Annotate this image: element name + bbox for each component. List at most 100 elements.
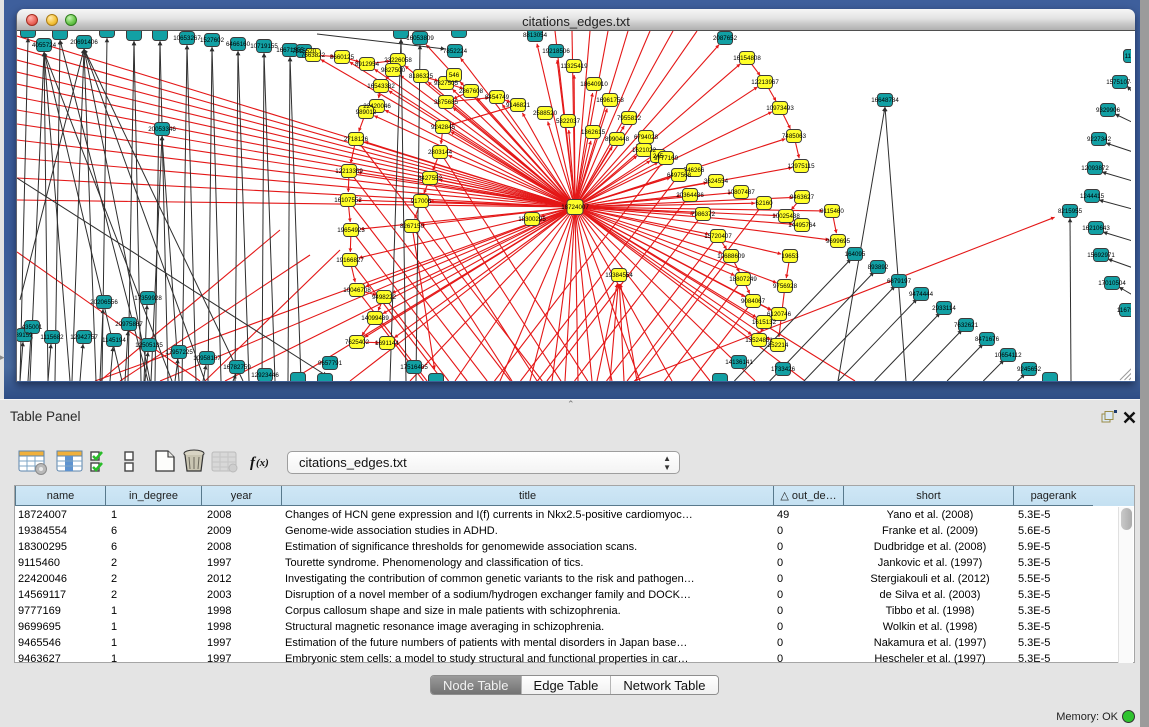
svg-text:9242845: 9242845 xyxy=(431,124,456,131)
svg-text:9115460: 9115460 xyxy=(820,208,844,215)
svg-text:20053346: 20053346 xyxy=(148,126,176,133)
svg-text:16053809: 16053809 xyxy=(406,35,434,42)
svg-text:9463627: 9463627 xyxy=(790,194,815,201)
svg-text:7625402: 7625402 xyxy=(345,339,370,346)
svg-text:8215955: 8215955 xyxy=(1058,208,1083,215)
svg-text:18807249: 18807249 xyxy=(729,276,757,283)
svg-text:20364436: 20364436 xyxy=(676,192,704,199)
svg-text:12942757: 12942757 xyxy=(70,334,98,341)
svg-text:9245652: 9245652 xyxy=(1017,366,1042,373)
svg-text:14099489: 14099489 xyxy=(361,315,389,322)
svg-text:9329906: 9329906 xyxy=(1096,107,1121,114)
svg-text:19653: 19653 xyxy=(781,253,799,260)
svg-text:23226058: 23226058 xyxy=(384,57,412,64)
svg-text:6120746: 6120746 xyxy=(767,311,792,318)
svg-text:16961758: 16961758 xyxy=(596,97,624,104)
svg-text:5322037: 5322037 xyxy=(556,118,581,125)
svg-text:16210643: 16210643 xyxy=(1082,225,1110,232)
svg-text:9498222: 9498222 xyxy=(372,294,397,301)
svg-text:1615132: 1615132 xyxy=(752,319,777,326)
svg-text:18640910: 18640910 xyxy=(580,81,608,88)
svg-text:8990448: 8990448 xyxy=(605,136,630,143)
svg-text:14136141: 14136141 xyxy=(725,359,753,366)
svg-text:1362615: 1362615 xyxy=(581,129,606,136)
svg-text:19218506: 19218506 xyxy=(542,48,570,55)
svg-text:6879197: 6879197 xyxy=(887,278,912,285)
svg-text:62160: 62160 xyxy=(755,200,773,207)
svg-text:7955812: 7955812 xyxy=(617,115,642,122)
svg-text:435001: 435001 xyxy=(22,324,43,331)
svg-text:893892: 893892 xyxy=(868,264,889,271)
svg-text:12213369: 12213369 xyxy=(335,168,363,175)
svg-text:1733426: 1733426 xyxy=(771,366,796,373)
svg-text:1244415: 1244415 xyxy=(1080,193,1105,200)
svg-text:7632621: 7632621 xyxy=(954,322,979,329)
svg-text:17957225: 17957225 xyxy=(165,349,193,356)
svg-text:9657791: 9657791 xyxy=(318,360,343,367)
svg-text:12975115: 12975115 xyxy=(787,163,815,170)
svg-text:1112: 1112 xyxy=(1125,53,1131,60)
svg-text:39159: 39159 xyxy=(17,332,33,339)
svg-text:20975867: 20975867 xyxy=(115,321,143,328)
svg-text:16543382: 16543382 xyxy=(367,83,395,90)
svg-text:17010504: 17010504 xyxy=(1098,280,1126,287)
svg-text:1145194: 1145194 xyxy=(102,337,126,344)
svg-text:10958107: 10958107 xyxy=(193,355,221,362)
svg-text:9699695: 9699695 xyxy=(826,238,851,245)
svg-text:10688609: 10688609 xyxy=(717,253,745,260)
svg-text:2588520: 2588520 xyxy=(533,110,558,117)
svg-text:1115682: 1115682 xyxy=(40,334,64,341)
svg-text:9777169: 9777169 xyxy=(654,155,679,162)
svg-text:15692971: 15692971 xyxy=(1087,252,1115,259)
svg-text:10025438: 10025438 xyxy=(772,213,800,220)
svg-text:19654923: 19654923 xyxy=(337,227,365,234)
svg-text:9227342: 9227342 xyxy=(1087,136,1112,143)
svg-text:3875685: 3875685 xyxy=(434,99,459,106)
svg-text:746266: 746266 xyxy=(684,167,705,174)
svg-text:19384554: 19384554 xyxy=(605,272,633,279)
svg-text:16648784: 16648784 xyxy=(871,97,899,104)
svg-text:8813054: 8813054 xyxy=(523,32,548,39)
svg-text:116753: 116753 xyxy=(1117,307,1131,314)
svg-text:9146821: 9146821 xyxy=(506,102,531,109)
svg-text:8660125: 8660125 xyxy=(330,54,355,61)
svg-text:2718126: 2718126 xyxy=(344,136,369,143)
svg-text:12213967: 12213967 xyxy=(751,79,779,86)
svg-text:8912954: 8912954 xyxy=(355,61,380,68)
svg-text:8427552: 8427552 xyxy=(418,175,443,182)
svg-text:15751074: 15751074 xyxy=(1106,79,1131,86)
svg-text:6466160: 6466160 xyxy=(226,41,251,48)
svg-text:20691406: 20691406 xyxy=(70,39,98,46)
svg-text:7485063: 7485063 xyxy=(782,133,807,140)
svg-text:2803144: 2803144 xyxy=(428,149,453,156)
svg-text:9827500: 9827500 xyxy=(381,67,406,74)
svg-text:9327505: 9327505 xyxy=(434,80,459,87)
svg-text:2087652: 2087652 xyxy=(713,35,738,42)
svg-text:8186325: 8186325 xyxy=(409,73,434,80)
svg-text:12923446: 12923446 xyxy=(251,372,279,379)
svg-text:12093872: 12093872 xyxy=(1081,165,1109,172)
svg-text:2867608: 2867608 xyxy=(459,88,484,95)
svg-text:7986372: 7986372 xyxy=(691,211,716,218)
svg-text:10653267: 10653267 xyxy=(173,35,201,42)
svg-text:16154808: 16154808 xyxy=(733,55,761,62)
svg-text:10654112: 10654112 xyxy=(994,352,1022,359)
svg-text:2933114: 2933114 xyxy=(932,305,956,312)
svg-text:17516485: 17516485 xyxy=(400,364,428,371)
svg-text:7852224: 7852224 xyxy=(443,48,468,55)
svg-text:1527602: 1527602 xyxy=(200,37,225,44)
svg-text:8267150: 8267150 xyxy=(400,223,425,230)
svg-text:19166827: 19166827 xyxy=(336,257,364,264)
svg-text:10973493: 10973493 xyxy=(766,105,794,112)
svg-text:20206556: 20206556 xyxy=(90,299,118,306)
svg-text:917006: 917006 xyxy=(411,198,432,205)
svg-text:9084067: 9084067 xyxy=(741,298,766,305)
svg-text:1691144: 1691144 xyxy=(375,340,399,347)
svg-text:18300295: 18300295 xyxy=(518,216,546,223)
svg-text:9756928: 9756928 xyxy=(773,283,798,290)
svg-text:9474444: 9474444 xyxy=(909,291,934,298)
svg-text:18724007: 18724007 xyxy=(561,204,589,211)
svg-text:15720407: 15720407 xyxy=(704,233,732,240)
svg-text:164095: 164095 xyxy=(845,251,866,258)
svg-text:16107552: 16107552 xyxy=(334,197,362,204)
